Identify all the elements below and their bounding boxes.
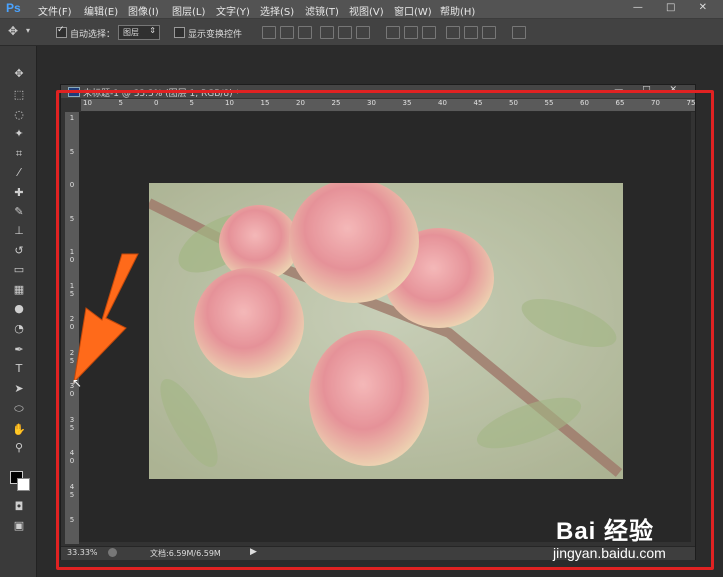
menu-bar: Ps 文件(F) 编辑(E) 图像(I) 图层(L) 文字(Y) 选择(S) 滤… [0, 0, 723, 19]
watermark-url: jingyan.baidu.com [553, 545, 666, 561]
align-top-icon[interactable] [262, 26, 276, 39]
brush-tool-icon[interactable]: ✎ [10, 204, 28, 220]
eraser-tool-icon[interactable]: ▭ [10, 262, 28, 278]
show-transform-label: 显示变换控件 [188, 30, 243, 40]
blur-tool-icon[interactable]: ● [10, 301, 28, 317]
options-bar: ✥ ▾ 自动选择： 图层 ⇕ 显示变换控件 [0, 19, 723, 46]
menu-window[interactable]: 窗口(W) [394, 3, 432, 18]
auto-select-value: 图层 [123, 28, 139, 37]
distribute-hcenter-icon[interactable] [464, 26, 478, 39]
highlight-box [56, 90, 714, 570]
align-left-icon[interactable] [320, 26, 334, 39]
tools-panel: ✥ ⬚ ◌ ✦ ⌗ ⁄ ✚ ✎ ⊥ ↺ ▭ ▦ ● ◔ ✒ T ➤ ⬭ ✋ ⚲ … [0, 46, 37, 577]
menu-filter[interactable]: 滤镜(T) [305, 3, 339, 18]
eyedropper-icon[interactable]: ⁄ [10, 165, 28, 181]
screen-mode-icon[interactable]: ▣ [10, 518, 28, 534]
hand-tool-icon[interactable]: ✋ [10, 422, 28, 438]
gradient-tool-icon[interactable]: ▦ [10, 282, 28, 298]
magic-wand-icon[interactable]: ✦ [10, 126, 28, 142]
shape-tool-icon[interactable]: ⬭ [10, 401, 28, 417]
mouse-cursor-icon: ↖ [72, 376, 83, 390]
chevron-down-icon[interactable]: ▾ [26, 26, 30, 35]
menu-select[interactable]: 选择(S) [260, 3, 294, 18]
lasso-tool-icon[interactable]: ◌ [10, 107, 28, 123]
pen-tool-icon[interactable]: ✒ [10, 342, 28, 358]
align-vcenter-icon[interactable] [280, 26, 294, 39]
distribute-right-icon[interactable] [482, 26, 496, 39]
menu-image[interactable]: 图像(I) [128, 3, 159, 18]
distribute-vcenter-icon[interactable] [404, 26, 418, 39]
window-controls[interactable]: — □ ✕ [633, 2, 717, 13]
menu-type[interactable]: 文字(Y) [216, 3, 250, 18]
background-color-swatch[interactable] [17, 478, 30, 491]
quick-mask-icon[interactable]: ◘ [10, 499, 28, 515]
align-hcenter-icon[interactable] [338, 26, 352, 39]
zoom-tool-icon[interactable]: ⚲ [10, 440, 28, 456]
menu-view[interactable]: 视图(V) [349, 3, 384, 18]
history-brush-icon[interactable]: ↺ [10, 243, 28, 259]
distribute-left-icon[interactable] [446, 26, 460, 39]
show-transform-checkbox[interactable] [174, 27, 185, 38]
auto-select-dropdown[interactable]: 图层 ⇕ [118, 25, 160, 40]
chevron-down-icon: ⇕ [149, 26, 156, 35]
arrow-annotation-icon [73, 253, 139, 384]
distribute-bottom-icon[interactable] [422, 26, 436, 39]
marquee-tool-icon[interactable]: ⬚ [10, 87, 28, 103]
crop-tool-icon[interactable]: ⌗ [10, 146, 28, 162]
menu-file[interactable]: 文件(F) [38, 3, 72, 18]
auto-align-icon[interactable] [512, 26, 526, 39]
move-tool-icon[interactable]: ✥ [8, 24, 18, 38]
menu-layer[interactable]: 图层(L) [172, 3, 205, 18]
dodge-tool-icon[interactable]: ◔ [10, 321, 28, 337]
align-right-icon[interactable] [356, 26, 370, 39]
auto-select-checkbox[interactable] [56, 25, 67, 38]
path-selection-icon[interactable]: ➤ [10, 381, 28, 397]
healing-brush-icon[interactable]: ✚ [10, 185, 28, 201]
menu-edit[interactable]: 编辑(E) [84, 3, 118, 18]
auto-select-label: 自动选择： [70, 30, 116, 40]
align-bottom-icon[interactable] [298, 26, 312, 39]
menu-help[interactable]: 帮助(H) [440, 3, 475, 18]
move-tool-icon[interactable]: ✥ [10, 66, 28, 82]
clone-stamp-icon[interactable]: ⊥ [10, 223, 28, 239]
type-tool-icon[interactable]: T [10, 361, 28, 377]
baidu-jingyan-logo: Bai 经验 [556, 518, 655, 545]
photoshop-logo: Ps [6, 1, 21, 15]
distribute-top-icon[interactable] [386, 26, 400, 39]
